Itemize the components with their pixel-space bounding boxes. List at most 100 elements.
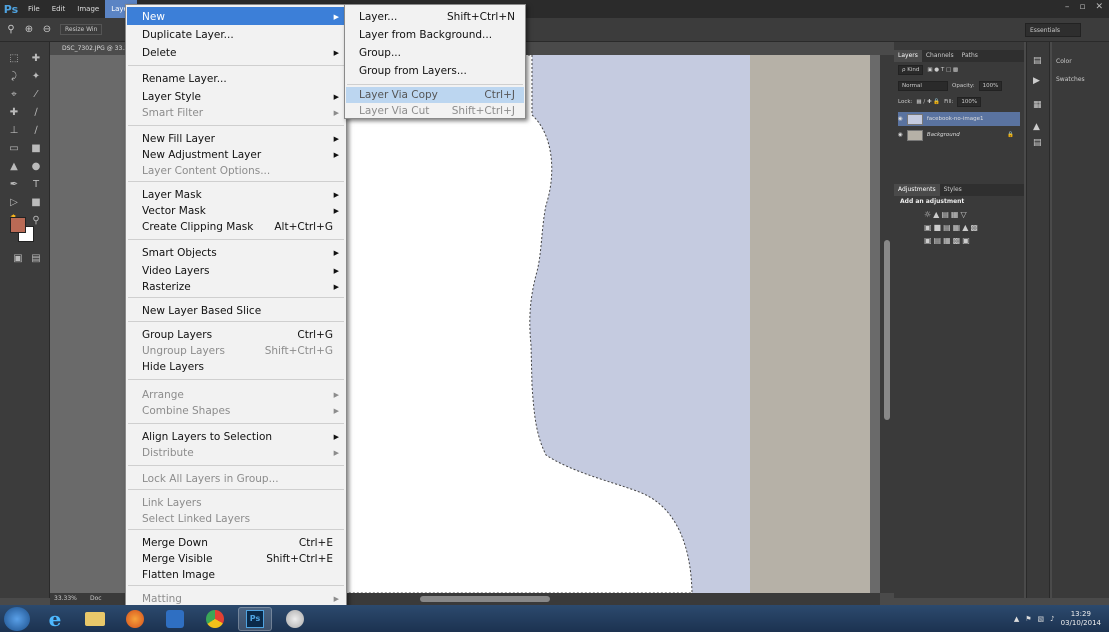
layer-menu-item-hide-layers[interactable]: Hide Layers xyxy=(142,359,204,375)
firefox-icon[interactable] xyxy=(118,607,152,631)
workspace-selector[interactable]: Essentials xyxy=(1025,23,1081,37)
close-icon[interactable]: ✕ xyxy=(1095,2,1103,12)
chrome-icon[interactable] xyxy=(198,607,232,631)
submenu-item-layer-from-background[interactable]: Layer from Background... xyxy=(359,27,492,43)
zoom-in-icon[interactable]: ⊕ xyxy=(22,23,36,37)
tab-paths[interactable]: Paths xyxy=(958,50,982,62)
shape-tool-icon[interactable]: ■ xyxy=(28,196,44,210)
internet-explorer-icon[interactable]: e xyxy=(38,607,72,631)
type-tool-icon[interactable]: T xyxy=(28,178,44,192)
layer-row[interactable]: ◉ facebook-no-image1 xyxy=(898,112,1020,126)
flag-icon[interactable]: ⚑ xyxy=(1025,615,1031,623)
path-select-icon[interactable]: ▷ xyxy=(6,196,22,210)
layer-menu-item-duplicate-layer[interactable]: Duplicate Layer... xyxy=(142,27,234,43)
start-button-icon[interactable] xyxy=(4,606,30,631)
photo-canvas[interactable] xyxy=(336,55,806,593)
lasso-tool-icon[interactable]: ⤸ xyxy=(6,70,22,84)
history-icon[interactable]: ▤ xyxy=(1033,56,1042,66)
layer-menu-item-vector-mask[interactable]: Vector Mask xyxy=(142,203,206,219)
submenu-item-layer[interactable]: Layer... xyxy=(359,9,397,25)
healing-brush-icon[interactable]: ✚ xyxy=(6,106,22,120)
layer-menu-item-lock-all-layers-in-group[interactable]: Lock All Layers in Group... xyxy=(142,471,279,487)
zoom-level[interactable]: 33.33% xyxy=(54,593,77,605)
submenu-item-group[interactable]: Group... xyxy=(359,45,401,61)
quick-select-icon[interactable]: ✦ xyxy=(28,70,44,84)
layer-menu-item-merge-visible[interactable]: Merge Visible xyxy=(142,551,212,567)
tray-arrow-icon[interactable]: ▲ xyxy=(1014,615,1019,623)
properties-icon[interactable]: ▦ xyxy=(1033,100,1042,110)
layer-menu-item-delete[interactable]: Delete xyxy=(142,45,177,61)
photoshop-taskbar-icon[interactable]: Ps xyxy=(238,606,272,631)
layer-menu-item-smart-filter[interactable]: Smart Filter xyxy=(142,105,203,121)
layer-menu-item-flatten-image[interactable]: Flatten Image xyxy=(142,567,215,583)
minimize-icon[interactable]: – xyxy=(1065,2,1070,12)
layer-menu-item-combine-shapes[interactable]: Combine Shapes xyxy=(142,403,230,419)
actions-icon[interactable]: ▶ xyxy=(1033,76,1040,86)
blur-tool-icon[interactable]: ▲ xyxy=(6,160,22,174)
layer-row[interactable]: ◉ Background 🔒 xyxy=(898,128,1020,142)
eyedropper-icon[interactable]: ⁄ xyxy=(28,88,44,102)
history-brush-icon[interactable]: ∕ xyxy=(28,124,44,138)
marquee-tool-icon[interactable]: ⬚ xyxy=(6,52,22,66)
brush-tool-icon[interactable]: ∕ xyxy=(28,106,44,120)
zoom-tool-icon[interactable]: ⚲ xyxy=(4,23,18,37)
doc-info[interactable]: Doc xyxy=(90,593,102,605)
info-icon[interactable]: ▤ xyxy=(1033,138,1042,148)
eye-icon[interactable]: ◉ xyxy=(898,116,903,122)
layer-menu-item-select-linked-layers[interactable]: Select Linked Layers xyxy=(142,511,250,527)
foreground-color-swatch[interactable] xyxy=(10,217,26,233)
dodge-tool-icon[interactable]: ● xyxy=(28,160,44,174)
tab-styles[interactable]: Styles xyxy=(940,184,966,196)
horizontal-scroll-thumb[interactable] xyxy=(420,596,550,602)
menu-image[interactable]: Image xyxy=(71,0,105,18)
network-icon[interactable]: ▧ xyxy=(1038,615,1045,623)
layer-menu-item-new[interactable]: New xyxy=(142,9,165,25)
layer-menu-item-new-fill-layer[interactable]: New Fill Layer xyxy=(142,131,215,147)
layer-menu-item-new-layer-based-slice[interactable]: New Layer Based Slice xyxy=(142,303,261,319)
filter-icons[interactable]: ▣ ● T □ ▩ xyxy=(927,67,958,73)
eye-icon[interactable]: ◉ xyxy=(898,132,903,138)
layer-menu-item-link-layers[interactable]: Link Layers xyxy=(142,495,202,511)
file-explorer-icon[interactable] xyxy=(78,607,112,631)
zoom-out-icon[interactable]: ⊖ xyxy=(40,23,54,37)
vertical-scroll-thumb[interactable] xyxy=(884,240,890,420)
kind-filter-select[interactable]: ρ Kind xyxy=(898,64,924,75)
layer-menu-item-create-clipping-mask[interactable]: Create Clipping Mask xyxy=(142,219,253,235)
layer-name[interactable]: Background xyxy=(927,132,960,138)
lock-icons[interactable]: ▦ ∕ ✚ 🔒 xyxy=(916,99,940,105)
tab-adjustments[interactable]: Adjustments xyxy=(894,184,940,196)
adjustment-icons-row-2[interactable]: ▣■▤▦▲▩ xyxy=(924,223,980,232)
layer-menu-item-arrange[interactable]: Arrange xyxy=(142,387,184,403)
clone-stamp-icon[interactable]: ⊥ xyxy=(6,124,22,138)
opacity-input[interactable]: 100% xyxy=(978,80,1003,91)
blend-mode-select[interactable]: Normal xyxy=(898,80,948,91)
layer-menu-item-distribute[interactable]: Distribute xyxy=(142,445,194,461)
layer-name[interactable]: facebook-no-image1 xyxy=(927,116,984,122)
resize-windows-checkbox[interactable]: Resize Win xyxy=(60,24,103,35)
tab-layers[interactable]: Layers xyxy=(894,50,922,62)
layer-menu-item-new-adjustment-layer[interactable]: New Adjustment Layer xyxy=(142,147,261,163)
screen-mode-icon[interactable]: ▤ xyxy=(28,252,44,266)
layer-menu-item-layer-content-options[interactable]: Layer Content Options... xyxy=(142,163,270,179)
adjustment-icons-row-1[interactable]: ☼▲▤▦▽ xyxy=(924,210,969,219)
color-panel-button[interactable]: Color xyxy=(1056,58,1072,65)
quick-mask-icon[interactable]: ▣ xyxy=(10,252,26,266)
submenu-item-group-from-layers[interactable]: Group from Layers... xyxy=(359,63,467,79)
layer-menu-item-video-layers[interactable]: Video Layers xyxy=(142,263,210,279)
swatches-panel-button[interactable]: Swatches xyxy=(1056,76,1085,83)
eraser-icon[interactable]: ▭ xyxy=(6,142,22,156)
menu-edit[interactable]: Edit xyxy=(46,0,72,18)
app-icon[interactable] xyxy=(158,607,192,631)
gradient-icon[interactable]: ■ xyxy=(28,142,44,156)
maximize-icon[interactable]: ▫ xyxy=(1079,2,1085,12)
menu-file[interactable]: File xyxy=(22,0,46,18)
layer-menu-item-group-layers[interactable]: Group Layers xyxy=(142,327,212,343)
paint-icon[interactable] xyxy=(278,607,312,631)
tab-channels[interactable]: Channels xyxy=(922,50,958,62)
adjustment-icons-row-3[interactable]: ▣▤▦▩▣ xyxy=(924,236,972,245)
submenu-item-layer-via-copy[interactable]: Layer Via Copy xyxy=(359,87,438,103)
clock[interactable]: 13:29 03/10/2014 xyxy=(1061,610,1101,628)
crop-tool-icon[interactable]: ⌖ xyxy=(6,88,22,102)
layer-menu-item-rename-layer[interactable]: Rename Layer... xyxy=(142,71,227,87)
layer-menu-item-align-layers-to-selection[interactable]: Align Layers to Selection xyxy=(142,429,272,445)
